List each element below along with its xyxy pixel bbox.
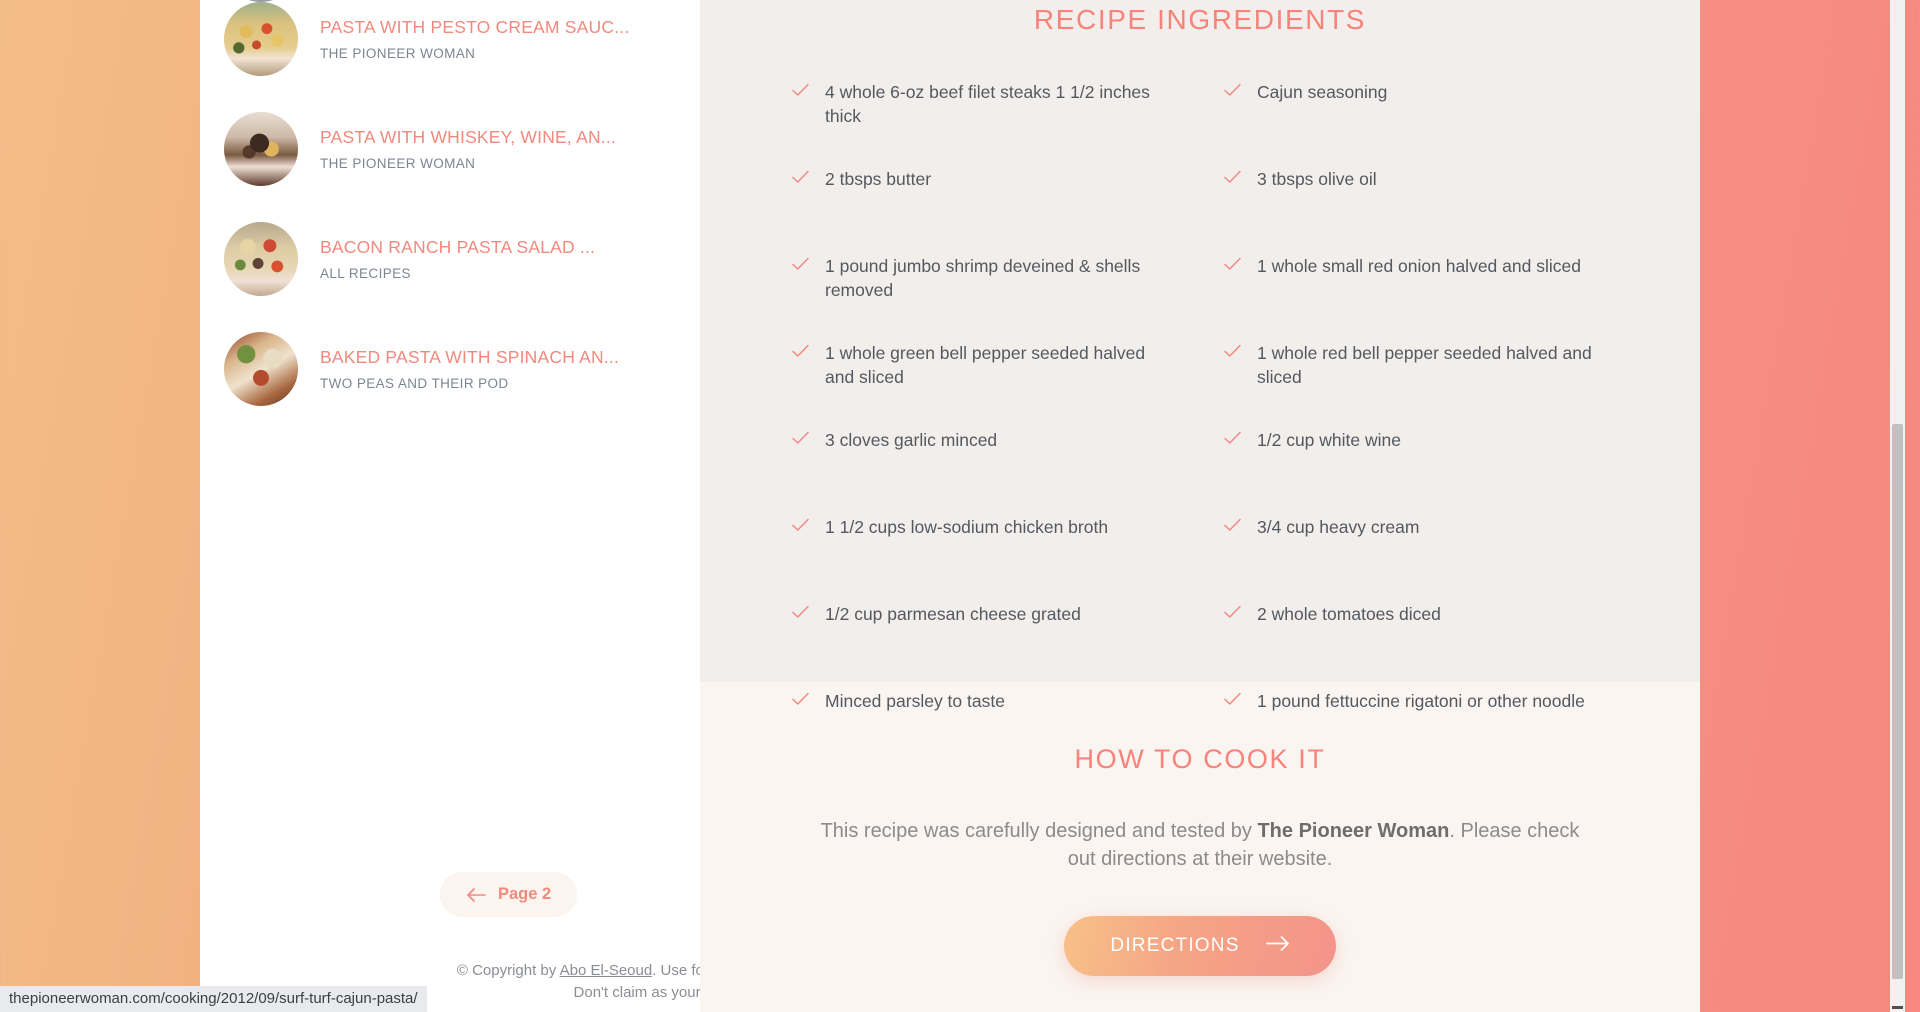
list-item-source: ALL RECIPES [320,265,411,281]
ingredient-text: 3 cloves garlic minced [825,430,998,450]
ingredient-text: 1/2 cup white wine [1257,430,1401,450]
whiskey-pasta-thumb [224,112,298,186]
bacon-ranch-thumb [224,222,298,296]
list-item-text: PASTA WITH PESTO CREAM SAUC... THE PIONE… [320,17,629,61]
check-icon [1224,83,1241,102]
ingredient-item[interactable]: 2 tbsps butter [792,167,1176,227]
recipe-main-column: RECIPE INGREDIENTS 4 whole 6-oz beef fil… [700,0,1700,1012]
check-icon [792,518,809,537]
pesto-pasta-thumb [224,2,298,76]
ingredient-text: 1 whole green bell pepper seeded halved … [825,343,1146,388]
ingredient-text: 1 whole red bell pepper seeded halved an… [1257,343,1592,388]
list-item[interactable]: PASTA WITH PESTO CREAM SAUC... THE PIONE… [200,0,700,94]
ingredient-item[interactable]: 3/4 cup heavy cream [1224,515,1608,575]
ingredients-section-title: RECIPE INGREDIENTS [1033,4,1367,35]
check-icon [1224,431,1241,450]
ingredient-item[interactable]: 1 whole green bell pepper seeded halved … [792,341,1176,401]
ingredient-text: 1 pound fettuccine rigatoni or other noo… [1257,691,1585,711]
ingredient-item[interactable]: 4 whole 6-oz beef filet steaks 1 1/2 inc… [792,80,1176,140]
cook-description-part1: This recipe was carefully designed and t… [820,820,1258,842]
list-item-title[interactable]: PASTA WITH PESTO CREAM SAUC... [320,17,629,39]
ingredient-text: 1 whole small red onion halved and slice… [1257,256,1581,276]
ingredient-text: 3 tbsps olive oil [1257,169,1377,189]
ingredient-item[interactable]: 1 1/2 cups low-sodium chicken broth [792,515,1176,575]
list-item-text: PASTA WITH WHISKEY, WINE, AN... THE PION… [320,127,616,171]
list-item[interactable]: PASTA WITH WHISKEY, WINE, AN... THE PION… [200,94,700,204]
cook-description: This recipe was carefully designed and t… [820,817,1580,874]
ingredient-item[interactable]: 1/2 cup parmesan cheese grated [792,602,1176,662]
check-icon [792,431,809,450]
directions-button-wrap: DIRECTIONS [700,915,1700,976]
ingredient-text: 4 whole 6-oz beef filet steaks 1 1/2 inc… [825,82,1150,127]
arrow-right-icon [1265,935,1290,957]
ingredient-text: 2 tbsps butter [825,169,932,189]
check-icon [1224,257,1241,276]
list-item-source: THE PIONEER WOMAN [320,45,476,61]
ingredient-item[interactable]: 3 tbsps olive oil [1224,167,1608,227]
check-icon [792,692,809,711]
copyright-prefix: © Copyright by [456,962,560,979]
ingredient-text: 1/2 cup parmesan cheese grated [825,604,1081,624]
list-item-text: BAKED PASTA WITH SPINACH AN... TWO PEAS … [320,347,619,391]
recipe-source-name: The Pioneer Woman [1257,820,1450,842]
ingredients-grid: 4 whole 6-oz beef filet steaks 1 1/2 inc… [700,36,1700,776]
arrow-left-icon [466,887,486,902]
check-icon [792,605,809,624]
ingredient-item[interactable]: Minced parsley to taste [792,689,1176,749]
previous-page-button[interactable]: Page 2 [440,872,578,917]
list-item[interactable]: BAKED PASTA WITH SPINACH AN... TWO PEAS … [200,314,700,424]
check-icon [1224,170,1241,189]
ingredient-item[interactable]: 3 cloves garlic minced [792,428,1176,488]
ingredient-text: 2 whole tomatoes diced [1257,604,1441,624]
page-scrollbar-thumb[interactable] [1892,424,1903,979]
check-icon [1224,518,1241,537]
baked-pasta-thumb [224,332,298,406]
ingredient-item[interactable]: 1 pound fettuccine rigatoni or other noo… [1224,689,1608,749]
list-item-title[interactable]: BACON RANCH PASTA SALAD ... [320,237,595,259]
page-scrollbar-track[interactable] [1890,0,1905,1012]
check-icon [792,344,809,363]
list-item-title[interactable]: BAKED PASTA WITH SPINACH AN... [320,347,619,369]
list-item[interactable]: BACON RANCH PASTA SALAD ... ALL RECIPES [200,204,700,314]
check-icon [792,170,809,189]
check-icon [1224,605,1241,624]
directions-button[interactable]: DIRECTIONS [1064,915,1336,976]
ingredient-text: Cajun seasoning [1257,82,1388,102]
related-recipes-sidebar: THE PIONEER WOMAN PASTA WITH PESTO CREAM… [200,0,860,1012]
list-item-source: THE PIONEER WOMAN [320,155,476,171]
ingredient-item[interactable]: 1 pound jumbo shrimp deveined & shells r… [792,254,1176,314]
related-recipes-list: THE PIONEER WOMAN PASTA WITH PESTO CREAM… [200,0,700,424]
ingredient-text: 1 pound jumbo shrimp deveined & shells r… [825,256,1141,301]
check-icon [1224,344,1241,363]
ingredient-item[interactable]: 1/2 cup white wine [1224,428,1608,488]
ingredient-text: 1 1/2 cups low-sodium chicken broth [825,517,1109,537]
ingredients-panel: RECIPE INGREDIENTS 4 whole 6-oz beef fil… [700,0,1700,711]
author-link[interactable]: Abo El-Seoud [560,962,653,979]
ingredient-item[interactable]: 2 whole tomatoes diced [1224,602,1608,662]
status-bar-link-preview: thepioneerwoman.com/cooking/2012/09/surf… [0,986,427,1012]
previous-page-label: Page 2 [498,885,552,903]
ingredient-item[interactable]: Cajun seasoning [1224,80,1608,140]
list-item-text: BACON RANCH PASTA SALAD ... ALL RECIPES [320,237,595,281]
scrollbar-down-arrow-icon[interactable] [1892,1006,1903,1009]
directions-button-label: DIRECTIONS [1110,934,1240,956]
ingredient-item[interactable]: 1 whole red bell pepper seeded halved an… [1224,341,1608,401]
check-icon [792,83,809,102]
list-item-source: TWO PEAS AND THEIR POD [320,375,509,391]
check-icon [1224,692,1241,711]
list-item-title[interactable]: PASTA WITH WHISKEY, WINE, AN... [320,127,616,149]
ingredient-text: 3/4 cup heavy cream [1257,517,1420,537]
ingredient-item[interactable]: 1 whole small red onion halved and slice… [1224,254,1608,314]
ingredient-text: Minced parsley to taste [825,691,1005,711]
check-icon [792,257,809,276]
app-root: THE PIONEER WOMAN PASTA WITH PESTO CREAM… [0,0,1905,1012]
